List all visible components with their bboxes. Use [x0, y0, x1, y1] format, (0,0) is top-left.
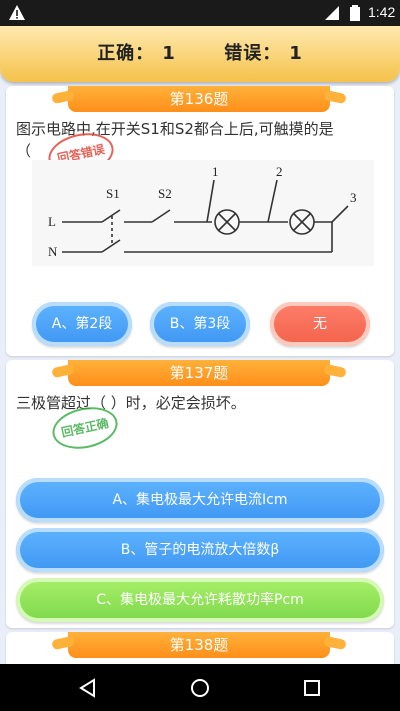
option-b-button[interactable]: B、第3段	[150, 302, 250, 346]
status-time: 1:42	[368, 4, 396, 20]
question-card-136: 第136题 图示电路中,在开关S1和S2都合上后,可触摸的是 （ 回答错误 L …	[6, 86, 394, 356]
option-b-button[interactable]: B、管子的电流放大倍数β	[16, 528, 384, 572]
option-a-button[interactable]: A、第2段	[32, 302, 132, 346]
option-a-button[interactable]: A、集电极最大允许电流Icm	[16, 478, 384, 522]
back-icon[interactable]	[76, 676, 100, 700]
recents-icon[interactable]	[300, 676, 324, 700]
question-text: 三极管超过（ ）时，必定会损坏。	[16, 394, 246, 412]
question-text-line1: 图示电路中,在开关S1和S2都合上后,可触摸的是	[16, 120, 334, 138]
line-N-label: N	[48, 244, 58, 259]
status-bar: 1:42	[0, 0, 400, 26]
line-L-label: L	[48, 214, 56, 229]
option-c-button[interactable]: 无	[270, 302, 370, 346]
wrong-count: 1	[289, 43, 303, 64]
circuit-diagram: L N S1 S2 1 2 3	[32, 160, 374, 266]
warning-icon	[9, 5, 25, 20]
question-title: 第136题	[68, 86, 330, 112]
switch-s2-label: S2	[158, 186, 172, 201]
score-header: 正确： 1 错误： 1	[0, 26, 400, 82]
option-c-button[interactable]: C、集电极最大允许耗散功率Pcm	[16, 578, 384, 622]
home-icon[interactable]	[188, 676, 212, 700]
signal-icon	[325, 6, 339, 20]
system-nav-bar	[0, 664, 400, 711]
correct-count: 1	[162, 43, 176, 64]
segment-3-label: 3	[350, 190, 357, 205]
correct-label: 正确：	[97, 43, 155, 64]
segment-1-label: 1	[212, 164, 219, 179]
switch-s1-label: S1	[106, 186, 120, 201]
score-summary: 正确： 1 错误： 1	[0, 26, 400, 82]
question-card-137: 第137题 三极管超过（ ）时，必定会损坏。 回答正确 A、集电极最大允许电流I…	[6, 360, 394, 628]
segment-2-label: 2	[276, 164, 283, 179]
question-title: 第137题	[68, 360, 330, 386]
wrong-label: 错误：	[224, 43, 282, 64]
battery-icon	[350, 5, 360, 21]
question-title: 第138题	[68, 632, 330, 658]
